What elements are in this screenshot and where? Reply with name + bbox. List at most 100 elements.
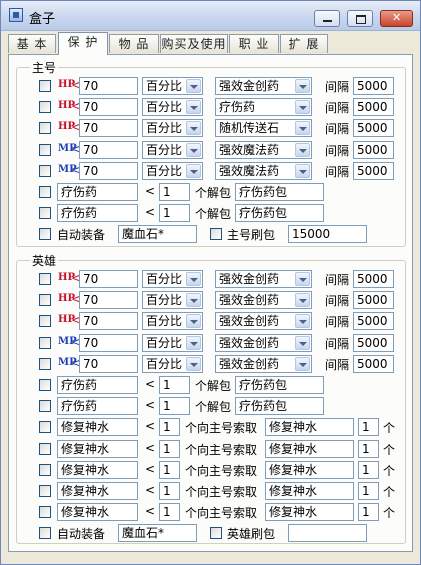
tab-basic[interactable]: 基 本 (8, 34, 56, 53)
item-select[interactable]: 强效金创药 (215, 291, 312, 309)
item-select[interactable]: 随机传送石 (215, 119, 312, 137)
chevron-down-icon[interactable] (186, 164, 201, 178)
count-input[interactable]: 1 (159, 204, 190, 222)
interval-input[interactable]: 5000 (353, 355, 394, 373)
item-input[interactable]: 修复神水 (57, 461, 138, 479)
threshold-input[interactable]: 70 (79, 141, 138, 159)
chevron-down-icon[interactable] (186, 314, 201, 328)
chevron-down-icon[interactable] (295, 164, 310, 178)
refresh-input[interactable]: 15000 (288, 225, 367, 243)
chevron-down-icon[interactable] (295, 293, 310, 307)
enable-checkbox[interactable] (39, 294, 51, 306)
refresh-input[interactable] (288, 524, 367, 542)
enable-checkbox[interactable] (39, 421, 51, 433)
threshold-input[interactable]: 70 (79, 98, 138, 116)
chevron-down-icon[interactable] (186, 336, 201, 350)
enable-checkbox[interactable] (39, 379, 51, 391)
chevron-down-icon[interactable] (295, 121, 310, 135)
interval-input[interactable]: 5000 (353, 312, 394, 330)
mode-select[interactable]: 百分比 (142, 334, 203, 352)
chevron-down-icon[interactable] (186, 272, 201, 286)
item-input[interactable]: 疗伤药 (57, 204, 138, 222)
interval-input[interactable]: 5000 (353, 141, 394, 159)
chevron-down-icon[interactable] (186, 79, 201, 93)
enable-checkbox[interactable] (39, 273, 51, 285)
item-input[interactable]: 修复神水 (57, 503, 138, 521)
enable-checkbox[interactable] (39, 80, 51, 92)
item-input[interactable]: 修复神水 (57, 440, 138, 458)
threshold-input[interactable]: 70 (79, 119, 138, 137)
chevron-down-icon[interactable] (295, 336, 310, 350)
refresh-checkbox[interactable] (210, 527, 222, 539)
enable-checkbox[interactable] (39, 101, 51, 113)
count-input[interactable]: 1 (159, 482, 180, 500)
mode-select[interactable]: 百分比 (142, 270, 203, 288)
enable-checkbox[interactable] (39, 337, 51, 349)
interval-input[interactable]: 5000 (353, 334, 394, 352)
enable-checkbox[interactable] (39, 358, 51, 370)
item-select[interactable]: 疗伤药 (215, 98, 312, 116)
chevron-down-icon[interactable] (295, 314, 310, 328)
enable-checkbox[interactable] (39, 122, 51, 134)
interval-input[interactable]: 5000 (353, 291, 394, 309)
item-input[interactable]: 疗伤药 (57, 397, 138, 415)
auto-equip-checkbox[interactable] (39, 527, 51, 539)
count-input[interactable]: 1 (159, 440, 180, 458)
request-item-input[interactable]: 修复神水 (265, 482, 354, 500)
enable-checkbox[interactable] (39, 464, 51, 476)
count-input[interactable]: 1 (159, 376, 190, 394)
interval-input[interactable]: 5000 (353, 77, 394, 95)
chevron-down-icon[interactable] (295, 357, 310, 371)
tab-buy-use[interactable]: 购买及使用 (160, 34, 228, 53)
chevron-down-icon[interactable] (186, 293, 201, 307)
item-input[interactable]: 疗伤药 (57, 183, 138, 201)
auto-equip-input[interactable]: 魔血石* (118, 225, 197, 243)
threshold-input[interactable]: 70 (79, 334, 138, 352)
threshold-input[interactable]: 70 (79, 162, 138, 180)
chevron-down-icon[interactable] (186, 121, 201, 135)
pack-input[interactable]: 疗伤药包 (235, 376, 324, 394)
threshold-input[interactable]: 70 (79, 270, 138, 288)
item-select[interactable]: 强效金创药 (215, 270, 312, 288)
enable-checkbox[interactable] (39, 400, 51, 412)
minimize-button[interactable] (314, 10, 340, 27)
chevron-down-icon[interactable] (186, 143, 201, 157)
item-select[interactable]: 强效金创药 (215, 334, 312, 352)
chevron-down-icon[interactable] (295, 143, 310, 157)
item-select[interactable]: 强效魔法药 (215, 141, 312, 159)
request-count-input[interactable]: 1 (358, 440, 379, 458)
chevron-down-icon[interactable] (295, 272, 310, 286)
request-count-input[interactable]: 1 (358, 482, 379, 500)
refresh-checkbox[interactable] (210, 228, 222, 240)
mode-select[interactable]: 百分比 (142, 119, 203, 137)
chevron-down-icon[interactable] (295, 79, 310, 93)
item-input[interactable]: 疗伤药 (57, 376, 138, 394)
request-item-input[interactable]: 修复神水 (265, 461, 354, 479)
mode-select[interactable]: 百分比 (142, 291, 203, 309)
item-select[interactable]: 强效金创药 (215, 77, 312, 95)
enable-checkbox[interactable] (39, 315, 51, 327)
mode-select[interactable]: 百分比 (142, 141, 203, 159)
tab-items[interactable]: 物 品 (109, 34, 159, 53)
mode-select[interactable]: 百分比 (142, 162, 203, 180)
count-input[interactable]: 1 (159, 503, 180, 521)
threshold-input[interactable]: 70 (79, 77, 138, 95)
request-count-input[interactable]: 1 (358, 418, 379, 436)
request-count-input[interactable]: 1 (358, 503, 379, 521)
close-button[interactable] (380, 10, 413, 27)
auto-equip-input[interactable]: 魔血石* (118, 524, 197, 542)
enable-checkbox[interactable] (39, 485, 51, 497)
request-item-input[interactable]: 修复神水 (265, 503, 354, 521)
request-item-input[interactable]: 修复神水 (265, 418, 354, 436)
pack-input[interactable]: 疗伤药包 (235, 183, 324, 201)
enable-checkbox[interactable] (39, 443, 51, 455)
tab-job[interactable]: 职 业 (229, 34, 279, 53)
enable-checkbox[interactable] (39, 506, 51, 518)
interval-input[interactable]: 5000 (353, 98, 394, 116)
enable-checkbox[interactable] (39, 207, 51, 219)
interval-input[interactable]: 5000 (353, 270, 394, 288)
threshold-input[interactable]: 70 (79, 312, 138, 330)
title-bar[interactable]: 盒子 (1, 1, 420, 31)
item-select[interactable]: 强效金创药 (215, 355, 312, 373)
mode-select[interactable]: 百分比 (142, 98, 203, 116)
